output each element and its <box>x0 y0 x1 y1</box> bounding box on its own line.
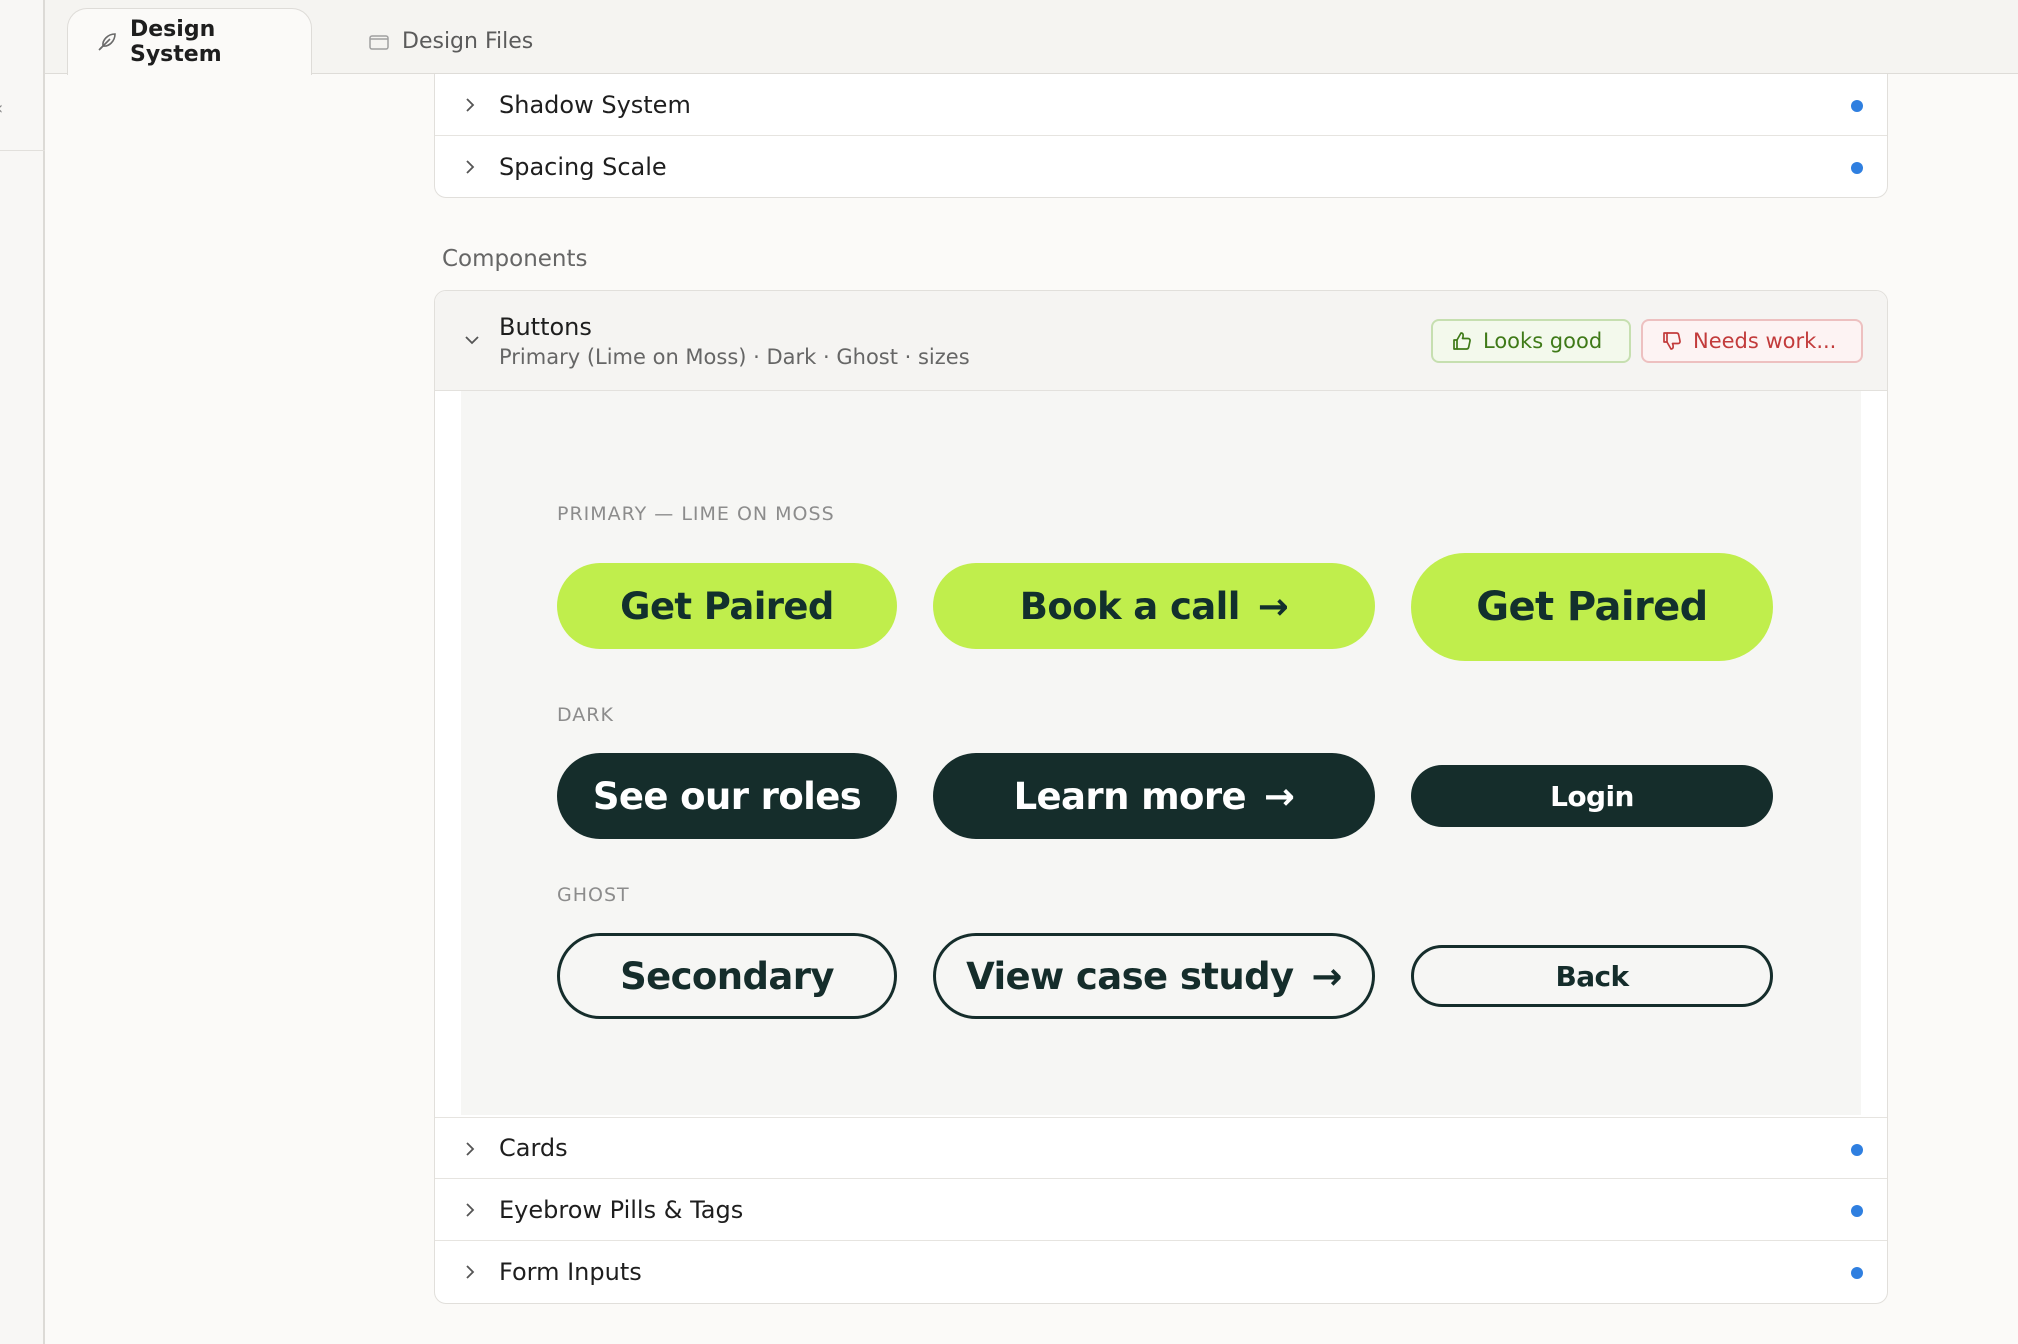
sidebar-divider <box>0 150 45 151</box>
thumbs-up-icon <box>1453 332 1471 350</box>
tab-design-system[interactable]: Design System <box>67 8 312 75</box>
thumbs-down-icon <box>1663 332 1681 350</box>
group-label-ghost: GHOST <box>557 884 630 906</box>
row-title: Spacing Scale <box>499 153 667 181</box>
tab-label: Design System <box>130 17 222 67</box>
button-label: Get Paired <box>1476 584 1708 630</box>
section-heading-components: Components <box>442 246 588 272</box>
chevron-right-icon <box>466 1142 475 1156</box>
row-title: Cards <box>499 1134 568 1162</box>
primary-button-book-a-call[interactable]: Book a call → <box>933 563 1375 649</box>
components-panel: Buttons Primary (Lime on Moss) · Dark · … <box>434 290 1888 1304</box>
dark-button-login[interactable]: Login <box>1411 765 1773 827</box>
foundations-panel: Shadow System Spacing Scale <box>434 74 1888 198</box>
looks-good-button[interactable]: Looks good <box>1431 319 1631 363</box>
button-label: Get Paired <box>620 584 834 628</box>
needs-work-button[interactable]: Needs work... <box>1641 319 1863 363</box>
dark-button-learn-more[interactable]: Learn more → <box>933 753 1375 839</box>
chevron-right-icon <box>466 98 475 112</box>
feather-icon <box>98 33 116 51</box>
status-dot <box>1851 100 1863 112</box>
ghost-button-secondary[interactable]: Secondary <box>557 933 897 1019</box>
button-label: Back <box>1555 959 1629 993</box>
button-label: Login <box>1550 779 1634 813</box>
button-label: See our roles <box>592 774 862 818</box>
primary-button-get-paired[interactable]: Get Paired <box>557 563 897 649</box>
accordion-row-form-inputs[interactable]: Form Inputs <box>435 1241 1887 1303</box>
row-title: Shadow System <box>499 90 691 119</box>
ghost-button-back[interactable]: Back <box>1411 945 1773 1007</box>
components-list: Cards Eyebrow Pills & Tags Form Inputs <box>435 1117 1887 1303</box>
row-title: Buttons <box>499 313 592 341</box>
tab-bar: Design System Design Files <box>45 0 2018 75</box>
tab-design-files[interactable]: Design Files <box>338 8 561 75</box>
accordion-row-buttons[interactable]: Buttons Primary (Lime on Moss) · Dark · … <box>435 291 1887 391</box>
status-dot <box>1851 1267 1863 1279</box>
accordion-row-spacing-scale[interactable]: Spacing Scale <box>435 136 1887 197</box>
left-sidebar: ‹ <box>0 0 45 1344</box>
chevron-right-icon <box>466 1203 475 1217</box>
status-dot <box>1851 162 1863 174</box>
tab-label: Design Files <box>402 29 534 54</box>
row-subtitle: Primary (Lime on Moss) · Dark · Ghost · … <box>499 345 970 369</box>
needs-work-label: Needs work... <box>1693 329 1837 353</box>
chevron-right-icon <box>466 160 475 174</box>
dark-button-see-our-roles[interactable]: See our roles <box>557 753 897 839</box>
primary-button-get-paired-large[interactable]: Get Paired <box>1411 553 1773 661</box>
button-label: Book a call <box>1019 584 1241 628</box>
accordion-row-eyebrow-pills-tags[interactable]: Eyebrow Pills & Tags <box>435 1179 1887 1241</box>
looks-good-label: Looks good <box>1483 329 1603 353</box>
accordion-row-cards[interactable]: Cards <box>435 1117 1887 1179</box>
chevron-down-icon <box>465 336 479 345</box>
collapse-sidebar-icon[interactable]: ‹ <box>0 98 3 119</box>
row-title: Form Inputs <box>499 1258 642 1286</box>
accordion-row-shadow-system[interactable]: Shadow System <box>435 74 1887 136</box>
arrow-right-icon: → <box>1264 774 1295 818</box>
button-label: View case study <box>966 954 1294 998</box>
arrow-right-icon: → <box>1257 584 1289 628</box>
buttons-preview-canvas: PRIMARY — LIME ON MOSS Get Paired Book a… <box>461 391 1861 1115</box>
ghost-button-view-case-study[interactable]: View case study → <box>933 933 1375 1019</box>
status-dot <box>1851 1205 1863 1217</box>
chevron-right-icon <box>466 1265 475 1279</box>
group-label-primary: PRIMARY — LIME ON MOSS <box>557 503 835 525</box>
button-label: Learn more <box>1013 774 1247 818</box>
status-dot <box>1851 1144 1863 1156</box>
group-label-dark: DARK <box>557 704 614 726</box>
row-title: Eyebrow Pills & Tags <box>499 1195 744 1224</box>
button-label: Secondary <box>620 954 834 998</box>
arrow-right-icon: → <box>1311 954 1342 998</box>
folder-icon <box>369 34 389 50</box>
